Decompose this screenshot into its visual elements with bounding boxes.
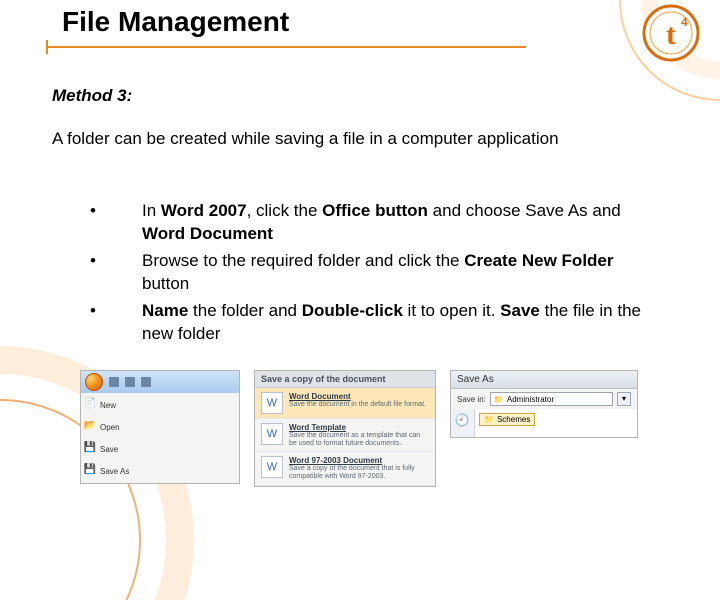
menu-item-new[interactable]: 📄 New [83,397,135,413]
new-icon: 📄 [83,398,97,412]
menu-label: Save [100,445,118,454]
bullet-item: Name the folder and Double-click it to o… [90,300,650,346]
word-doc-icon: W [261,392,283,414]
dialog-title: Save As [451,371,637,389]
intro-text: A folder can be created while saving a f… [52,128,612,150]
option-desc: Save the document in the default file fo… [289,401,429,409]
bullet-item: In Word 2007, click the Office button an… [90,200,650,246]
option-name: Word Template [289,423,429,432]
menu-item-save[interactable]: 💾 Save [83,441,135,457]
screenshot-group: 📄 New 📂 Open 💾 Save 💾 Save As Save a [80,370,638,487]
submenu-header: Save a copy of the document [255,371,435,388]
dropdown-button[interactable]: ▾ [617,392,631,406]
option-desc: Save the document as a template that can… [289,432,429,447]
recent-places-icon[interactable]: 🕘 [453,413,471,431]
saveas-submenu-panel: Save a copy of the document W Word Docum… [254,370,436,487]
title-rule [46,46,526,48]
qat-undo-icon[interactable] [125,377,135,387]
bullet-item: Browse to the required folder and click … [90,250,650,296]
savein-label: Save in: [457,395,486,404]
option-name: Word 97-2003 Document [289,456,429,465]
word-template-icon: W [261,423,283,445]
menu-label: New [100,401,116,410]
list-item-label: Schemes [497,415,530,424]
option-name: Word Document [289,392,429,401]
option-word-97-2003[interactable]: W Word 97-2003 Document Save a copy of t… [255,452,435,485]
option-desc: Save a copy of the document that is full… [289,465,429,480]
menu-label: Open [100,423,120,432]
qat-save-icon[interactable] [109,377,119,387]
option-word-template[interactable]: W Word Template Save the document as a t… [255,419,435,452]
t4-logo: t 4 [642,4,700,62]
file-list[interactable]: 📁 Schemes [475,409,637,437]
dialog-toolbar: ▾ [617,392,631,406]
quick-access-toolbar [81,371,239,393]
savein-value: Administrator [507,395,554,404]
saveas-dialog: Save As Save in: 📁 Administrator ▾ 🕘 📁 S… [450,370,638,438]
list-folder-item[interactable]: 📁 Schemes [479,413,535,426]
menu-item-saveas[interactable]: 💾 Save As [83,463,135,479]
save-icon: 💾 [83,442,97,456]
folder-icon: 📁 [494,395,504,404]
office-menu-column: 📄 New 📂 Open 💾 Save 💾 Save As [81,393,137,483]
savein-combo[interactable]: 📁 Administrator [490,392,613,406]
qat-redo-icon[interactable] [141,377,151,387]
title-rule-tick [46,40,48,54]
bullet-list: In Word 2007, click the Office button an… [90,200,650,350]
svg-text:4: 4 [681,15,688,29]
office-menu-panel: 📄 New 📂 Open 💾 Save 💾 Save As [80,370,240,484]
menu-item-open[interactable]: 📂 Open [83,419,135,435]
method-subhead: Method 3: [52,86,132,106]
page-title: File Management [62,6,289,38]
dialog-places-bar: 🕘 [451,409,475,437]
word-97-icon: W [261,456,283,478]
folder-icon: 📁 [484,415,494,424]
open-icon: 📂 [83,420,97,434]
option-word-document[interactable]: W Word Document Save the document in the… [255,388,435,419]
menu-label: Save As [100,467,129,476]
saveas-icon: 💾 [83,464,97,478]
svg-text:t: t [666,18,676,51]
office-orb-icon[interactable] [85,373,103,391]
